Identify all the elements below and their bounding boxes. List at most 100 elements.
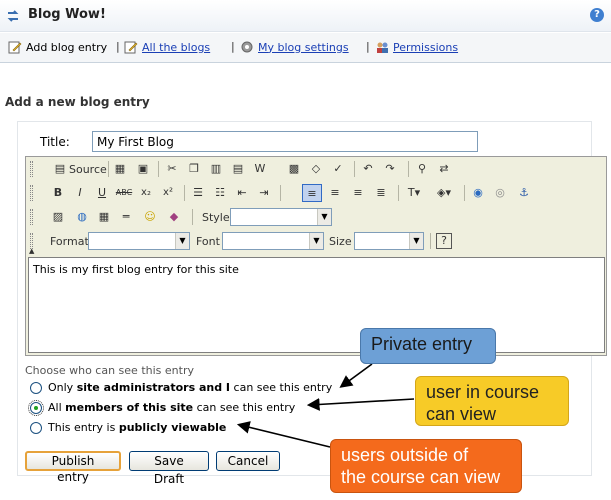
blog-nav: Add blog entry | All the blogs | My blog… — [0, 33, 611, 63]
underline-button[interactable]: U — [92, 184, 112, 202]
paste-text-icon[interactable]: ▤ — [228, 160, 248, 178]
smiley-icon[interactable]: ☺ — [140, 208, 160, 226]
users-icon — [377, 42, 388, 53]
editor-content[interactable]: This is my first blog entry for this sit… — [28, 257, 605, 353]
chevron-down-icon: ▼ — [409, 233, 423, 249]
radio-members[interactable] — [28, 399, 44, 416]
font-select[interactable]: ▼ — [222, 232, 324, 250]
select-all-icon[interactable]: ▩ — [284, 160, 304, 178]
callout-course-line2: can view — [426, 404, 497, 424]
align-right-icon[interactable]: ≡ — [348, 184, 368, 202]
horizontal-rule-icon[interactable]: ═ — [116, 208, 136, 226]
toolbar-grip — [30, 185, 33, 201]
toolbar-separator — [108, 161, 109, 177]
option-members-pre: All — [48, 401, 66, 414]
app-titlebar: Blog Wow! ? — [0, 0, 611, 32]
editor-help-icon[interactable]: ? — [436, 233, 452, 249]
radio-private[interactable] — [30, 381, 42, 394]
source-icon[interactable]: ▤ — [50, 160, 70, 178]
nav-blog-settings-link[interactable]: My blog settings — [258, 41, 349, 54]
anchor-icon[interactable]: ⚓ — [514, 184, 534, 202]
paste-word-icon[interactable]: W — [250, 160, 270, 178]
align-left-icon[interactable]: ≡ — [302, 184, 322, 202]
link-icon[interactable]: ◉ — [468, 184, 488, 202]
outdent-icon[interactable]: ⇤ — [232, 184, 252, 202]
callout-private: Private entry — [360, 328, 496, 364]
redo-icon[interactable]: ↷ — [380, 160, 400, 178]
replace-icon[interactable]: ⇄ — [434, 160, 454, 178]
toolbar-separator — [464, 185, 465, 201]
superscript-button[interactable]: x² — [158, 184, 178, 202]
nav-add-entry[interactable]: Add blog entry — [8, 40, 107, 54]
publish-button[interactable]: Publish entry — [25, 451, 121, 484]
templates-icon[interactable]: ▦ — [110, 160, 130, 178]
undo-icon[interactable]: ↶ — [358, 160, 378, 178]
toolbar-collapse-icon[interactable]: ▲ — [29, 247, 34, 255]
align-center-icon[interactable]: ≡ — [325, 184, 345, 202]
subscript-button[interactable]: x₂ — [136, 184, 156, 202]
italic-button[interactable]: I — [70, 184, 90, 202]
strike-button[interactable]: ABC — [114, 184, 134, 202]
nav-all-blogs[interactable]: All the blogs — [124, 40, 210, 54]
toolbar-separator — [184, 185, 185, 201]
visibility-option-private[interactable]: Only site administrators and I can see t… — [30, 381, 332, 394]
save-draft-button[interactable]: Save Draft — [129, 451, 209, 486]
rich-text-editor: ▤ Source ▦ ▣ ✂ ❐ ▥ ▤ W ▩ ◇ ✓ ↶ ↷ ⚲ ⇄ B I… — [25, 156, 607, 356]
bullet-list-icon[interactable]: ☷ — [210, 184, 230, 202]
visibility-label: Choose who can see this entry — [25, 364, 194, 377]
paste-icon[interactable]: ▥ — [206, 160, 226, 178]
spellcheck-icon[interactable]: ✓ — [328, 160, 348, 178]
pencil-icon — [8, 41, 22, 54]
visibility-option-members[interactable]: All members of this site can see this en… — [28, 399, 296, 416]
new-page-icon[interactable]: ▣ — [133, 160, 153, 178]
font-label: Font — [196, 235, 220, 248]
option-public-pre: This entry is — [48, 421, 119, 434]
size-select[interactable]: ▼ — [354, 232, 424, 250]
source-button[interactable]: Source — [69, 163, 107, 176]
justify-icon[interactable]: ≣ — [371, 184, 391, 202]
format-label: Format — [50, 235, 89, 248]
bg-color-icon[interactable]: ◈▾ — [430, 184, 458, 202]
size-label: Size — [329, 235, 352, 248]
option-members-post: can see this entry — [193, 401, 296, 414]
table-icon[interactable]: ▦ — [94, 208, 114, 226]
nav-permissions[interactable]: Permissions — [375, 40, 458, 54]
style-select[interactable]: ▼ — [230, 208, 332, 226]
option-private-pre: Only — [48, 381, 77, 394]
toolbar-row-4: Format ▼ Font ▼ Size ▼ ? — [26, 229, 606, 253]
nav-all-blogs-link[interactable]: All the blogs — [142, 41, 210, 54]
chevron-down-icon: ▼ — [309, 233, 323, 249]
radio-public[interactable] — [30, 421, 42, 434]
text-color-icon[interactable]: T▾ — [400, 184, 428, 202]
numbered-list-icon[interactable]: ☰ — [188, 184, 208, 202]
unlink-icon[interactable]: ◎ — [490, 184, 510, 202]
copy-icon[interactable]: ❐ — [184, 160, 204, 178]
nav-separator: | — [116, 40, 120, 53]
toolbar-grip — [30, 161, 33, 177]
option-members-bold: members of this site — [65, 401, 194, 414]
special-char-icon[interactable]: ◆ — [164, 208, 184, 226]
nav-blog-settings[interactable]: My blog settings — [240, 40, 349, 54]
nav-permissions-link[interactable]: Permissions — [393, 41, 458, 54]
indent-icon[interactable]: ⇥ — [254, 184, 274, 202]
find-icon[interactable]: ⚲ — [412, 160, 432, 178]
pencil-icon — [124, 41, 138, 54]
toolbar-separator — [192, 209, 193, 225]
callout-course-line1: user in course — [426, 382, 540, 402]
image-icon[interactable]: ▨ — [48, 208, 68, 226]
title-input[interactable] — [92, 131, 478, 152]
gear-icon — [241, 41, 253, 53]
cancel-button[interactable]: Cancel — [216, 451, 280, 471]
format-select[interactable]: ▼ — [88, 232, 190, 250]
option-private-post: can see this entry — [230, 381, 333, 394]
section-heading: Add a new blog entry — [5, 95, 150, 109]
flash-icon[interactable]: ◍ — [72, 208, 92, 226]
cut-icon[interactable]: ✂ — [162, 160, 182, 178]
blog-icon — [7, 10, 19, 22]
help-icon[interactable]: ? — [590, 8, 604, 22]
eraser-icon[interactable]: ◇ — [306, 160, 326, 178]
toolbar-grip — [30, 209, 33, 225]
bold-button[interactable]: B — [48, 184, 68, 202]
toolbar-row-1: ▤ Source ▦ ▣ ✂ ❐ ▥ ▤ W ▩ ◇ ✓ ↶ ↷ ⚲ ⇄ — [26, 157, 606, 181]
visibility-option-public[interactable]: This entry is publicly viewable — [30, 421, 226, 434]
